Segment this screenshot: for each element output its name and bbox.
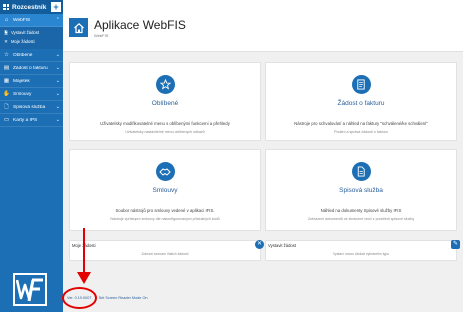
card-vystavit-zadost[interactable]: Vystavit žádost Vystaví novou žádost vyb… [265,240,460,261]
card-zadost-o-fakturu[interactable]: Žádost o fakturu Nástroje pro schvalován… [265,62,457,141]
card-icon: ▭ [3,117,10,123]
sidebar-title[interactable]: Rozcestník [12,4,51,11]
chevron-down-icon: ⌄ [55,52,60,58]
tools-icon: ✕ [4,38,8,44]
sidebar-item-zadost-o-fakturu[interactable]: ▤ Žádost o fakturu ⌄ [0,62,63,75]
webfis-logo [13,273,47,306]
card-subtext: Uživatelsky nastavitelné menu oblíbených… [125,130,205,134]
apps-grid-icon[interactable] [3,4,9,10]
chevron-down-icon: ⌄ [55,117,60,123]
main-content: Aplikace WebFIS WebFIS Oblíbené Uživatel… [63,0,463,312]
card-moje-zadosti[interactable]: Moje žádosti Zobrazí seznam Vašich žádos… [69,240,264,261]
edit-document-icon[interactable]: ✎ [451,240,460,249]
sidebar-item-oblibene[interactable]: ☆ Oblíbené ⌄ [0,49,63,62]
invoice-icon: ▤ [3,65,10,71]
card-title: Smlouvy [152,187,178,194]
page-subtitle: WebFIS [94,33,109,38]
handshake-icon [155,162,175,181]
card-description: Soubor nástrojů pro smlouvy vedené v apl… [115,208,215,213]
card-spisova-sluzba[interactable]: Spisová služba Náhled na dokumenty Spiso… [265,149,457,231]
sidebar-subitem-moje-zadosti[interactable]: ✕ Moje žádosti [3,37,63,46]
home-icon [69,18,88,37]
card-smlouvy[interactable]: Smlouvy Soubor nástrojů pro smlouvy vede… [69,149,261,231]
card-description: Uživatelsky modifikovatelné menu s oblíb… [100,121,230,126]
home-icon: ⌂ [4,17,9,23]
sidebar-item-webfis[interactable]: ⌂ WebFIS ⌃ [0,14,63,27]
invoice-icon [351,75,371,94]
annotation-ellipse [62,287,97,309]
annotation-arrow-line [83,228,85,275]
chevron-down-icon: ⌄ [55,78,60,84]
document-add-icon: 🗎 [4,29,8,35]
building-icon: ▦ [3,78,10,84]
chevron-down-icon: ⌄ [55,104,60,110]
card-title: Žádost o fakturu [337,100,385,107]
chevron-up-icon: ⌃ [55,17,60,23]
card-description: Náhled na dokumenty Spisové služby IFIS [320,208,402,213]
page-header: Aplikace WebFIS WebFIS [63,0,463,52]
screen-reader-link[interactable]: Set Screen Reader Mode On [99,296,148,300]
sidebar-submenu-webfis: 🗎 Vystavit žádost ✕ Moje žádosti [0,27,63,49]
sidebar-item-smlouvy[interactable]: ✋ Smlouvy ⌄ [0,88,63,101]
card-title: Spisová služba [339,187,383,194]
card-subtext: Zobrazení dokumentů ve zkrácené verzi z … [307,217,415,221]
sidebar-item-spisova-sluzba[interactable]: 🗋 Spisová služba ⌄ [0,101,63,114]
sidebar-item-majetek[interactable]: ▦ Majetek ⌄ [0,75,63,88]
chevron-down-icon: ⌄ [55,91,60,97]
sidebar-header: Rozcestník + [0,0,63,14]
card-description: Nástroje pro schvalování a náhled na fak… [294,121,428,126]
card-description: Zobrazí seznam Vašich žádostí [141,252,189,256]
card-description: Vystaví novou žádost vybraného typu [332,252,390,256]
card-oblibene[interactable]: Oblíbené Uživatelsky modifikovatelné men… [69,62,261,141]
card-subtext: Podání a správa žádostí o fakturu [334,130,388,134]
star-icon: ☆ [4,52,9,58]
annotation-arrow-head [77,272,91,284]
document-icon: 🗋 [4,103,9,110]
card-title: Vystavit žádost [268,243,297,248]
add-button[interactable]: + [51,2,61,12]
chevron-down-icon: ⌄ [55,65,60,71]
card-title: Oblíbené [151,100,179,107]
handshake-icon: ✋ [3,91,10,97]
document-icon [351,162,371,181]
card-subtext: Nástroje zpřístupní smlouvy dle nakonfig… [110,217,220,221]
tools-icon[interactable]: ✕ [255,240,264,249]
sidebar: Rozcestník + ⌂ WebFIS ⌃ 🗎 Vystavit žádos… [0,0,63,312]
star-icon [155,75,175,94]
sidebar-item-karty-a-ips[interactable]: ▭ Karty a IPS ⌄ [0,114,63,127]
sidebar-subitem-vystavit-zadost[interactable]: 🗎 Vystavit žádost [3,28,63,37]
page-title: Aplikace WebFIS [94,18,186,32]
